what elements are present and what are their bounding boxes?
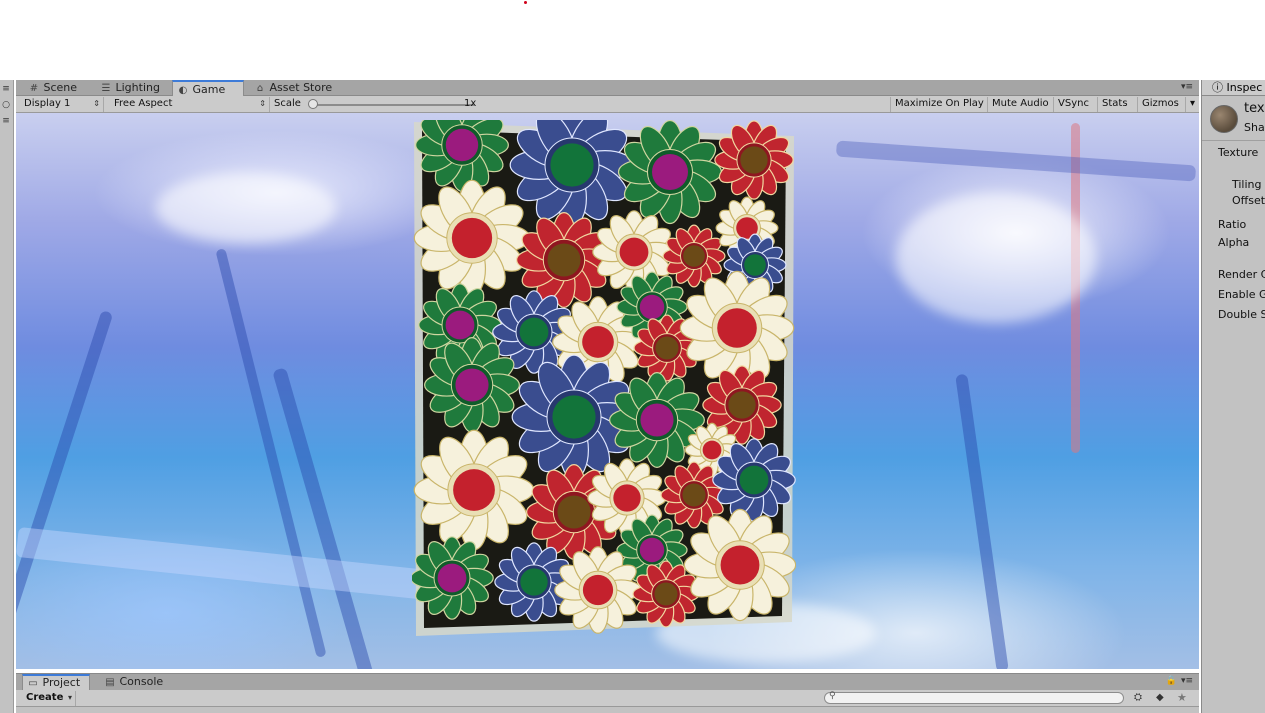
field-label: Render C [1218, 268, 1265, 281]
circle-icon[interactable]: ○ [0, 100, 12, 110]
menu-icon[interactable]: ≡ [0, 116, 12, 126]
tab-scene-label: Scene [43, 81, 78, 94]
scale-value: 1x [464, 98, 477, 109]
maximize-on-play-button[interactable]: Maximize On Play [890, 97, 988, 112]
display-dropdown[interactable]: Display 1 ⇕ [20, 97, 104, 112]
scale-slider-track[interactable] [312, 104, 474, 106]
display-label: Display 1 [24, 98, 71, 109]
star-icon[interactable]: ★ [1177, 691, 1187, 704]
tab-lighting[interactable]: ☰ Lighting [96, 80, 172, 96]
tab-game-label: Game [192, 83, 226, 96]
search-icon: ⚲ [829, 691, 836, 701]
tab-project[interactable]: ▭ Project [22, 674, 90, 690]
inspector-tab[interactable]: ⓘ Inspec [1202, 80, 1265, 96]
field-label: Tiling [1232, 178, 1262, 191]
console-icon: ▤ [105, 677, 115, 688]
info-icon: ⓘ [1212, 81, 1223, 94]
scene-tab-bar: # Scene ☰ Lighting ◐ Game ⌂ Asset Store … [16, 80, 1199, 96]
tab-scene[interactable]: # Scene [24, 80, 94, 96]
field-label: Alpha [1218, 236, 1250, 249]
grid-icon: # [29, 83, 39, 94]
tab-console[interactable]: ▤ Console [100, 674, 172, 690]
background-glow [156, 173, 336, 243]
object-name: tex [1244, 101, 1265, 116]
field-label: Ratio [1218, 218, 1247, 231]
project-content [16, 707, 1199, 713]
gizmos-button[interactable]: Gizmos [1138, 97, 1186, 112]
bottom-tab-bar: ▭ Project ▤ Console 🔒 ▾≡ [16, 673, 1199, 690]
lighting-icon: ☰ [101, 83, 111, 94]
inspector-panel: ⓘ Inspec tex Sha Texture Tiling Offset R… [1201, 80, 1265, 713]
field-label: Offset [1232, 194, 1265, 207]
mute-audio-button[interactable]: Mute Audio [988, 97, 1054, 112]
tab-asset-store-label: Asset Store [269, 81, 333, 94]
background-streak [16, 309, 114, 657]
field-label: Texture [1218, 146, 1259, 159]
game-viewport[interactable] [16, 113, 1199, 669]
tab-asset-store[interactable]: ⌂ Asset Store [250, 80, 342, 96]
game-toolbar: Display 1 ⇕ Free Aspect ⇕ Scale 1x Maxim… [16, 96, 1199, 113]
tab-console-label: Console [119, 675, 164, 688]
background-glow [896, 193, 1096, 323]
desktop-blank-area [0, 0, 1265, 80]
background-streak [955, 373, 1009, 669]
gizmos-dropdown-icon[interactable]: ▾ [1186, 97, 1198, 112]
store-icon: ⌂ [256, 83, 264, 94]
project-toolbar: Create ▾ ⚲ ⛭ ◆ ★ [16, 690, 1199, 707]
create-label: Create [26, 692, 64, 703]
vsync-button[interactable]: VSync [1054, 97, 1098, 112]
scale-slider-handle[interactable] [308, 99, 318, 109]
floral-texture-quad [412, 120, 796, 636]
aspect-label: Free Aspect [114, 98, 173, 109]
dropdown-arrow-icon: ⇕ [93, 99, 100, 108]
inspector-object-header: tex Sha [1202, 97, 1265, 141]
aspect-dropdown[interactable]: Free Aspect ⇕ [110, 97, 270, 112]
create-button[interactable]: Create ▾ [22, 691, 76, 706]
dropdown-arrow-icon: ▾ [67, 693, 72, 702]
pane-menu-icon[interactable]: ▾≡ [1181, 82, 1193, 92]
scale-label: Scale [274, 98, 301, 109]
left-panel-edge: ≡ ○ ≡ [0, 80, 14, 713]
menu-icon[interactable]: ≡ [0, 84, 12, 94]
material-preview-icon [1210, 105, 1238, 133]
tab-game[interactable]: ◐ Game [172, 80, 244, 96]
filter-type-icon[interactable]: ⛭ [1134, 692, 1142, 703]
background-streak [835, 140, 1197, 182]
pane-menu-icon[interactable]: ▾≡ [1181, 676, 1193, 686]
field-label: Enable G [1218, 288, 1265, 301]
tab-lighting-label: Lighting [115, 81, 160, 94]
field-label: Double S [1218, 308, 1265, 321]
tab-project-label: Project [42, 676, 81, 689]
lock-icon[interactable]: 🔒 [1166, 676, 1177, 686]
label-icon[interactable]: ◆ [1156, 692, 1164, 703]
project-search-input[interactable]: ⚲ [824, 691, 1124, 704]
inspector-tab-label: Inspec [1226, 81, 1263, 94]
object-shader: Sha [1244, 121, 1265, 134]
cursor-dot [524, 1, 527, 4]
stats-button[interactable]: Stats [1098, 97, 1138, 112]
dropdown-arrow-icon: ⇕ [259, 99, 266, 108]
folder-icon: ▭ [28, 678, 38, 689]
